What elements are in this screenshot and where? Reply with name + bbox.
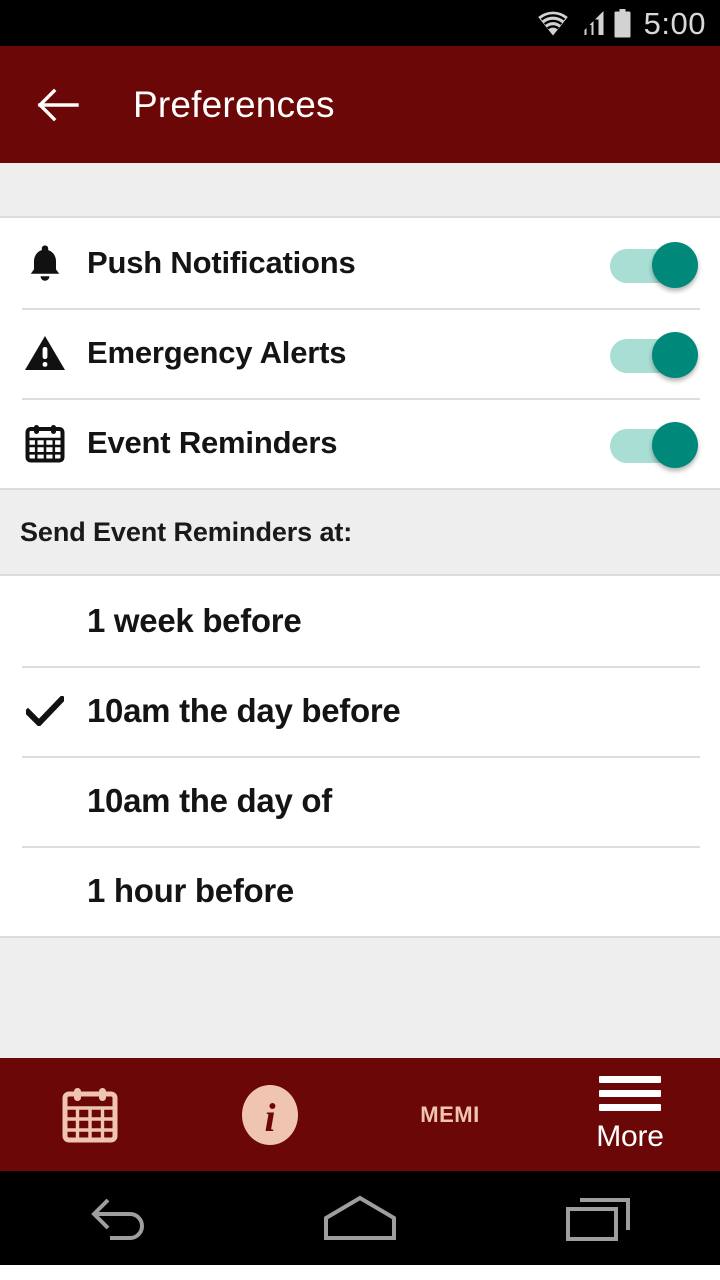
phone-screen: 5:00 Preferences Push Notifications Emer… [0,0,720,1280]
tab-more-label: More [596,1119,664,1153]
bottom-spacer [0,936,720,1058]
calendar-icon [22,423,68,463]
recents-nav-icon[interactable] [540,1171,660,1265]
reminder-section-header: Send Event Reminders at: [0,488,720,576]
hamburger-menu-icon [599,1075,661,1111]
back-arrow-icon[interactable] [36,82,82,128]
reminder-option-label: 10am the day before [87,692,401,729]
page-title: Preferences [133,83,335,125]
reminder-option-10am-day-before[interactable]: 10am the day before [0,666,720,756]
warning-triangle-icon [22,334,68,372]
calendar-icon [62,1086,118,1144]
tab-more[interactable]: More [540,1058,720,1171]
reminder-option-label: 1 week before [87,602,302,639]
back-nav-icon[interactable] [60,1171,180,1265]
reminder-option-10am-day-of[interactable]: 10am the day of [0,756,720,846]
setting-label: Event Reminders [87,425,338,460]
tab-calendar[interactable] [0,1058,180,1171]
reminder-option-1-hour-before[interactable]: 1 hour before [0,846,720,936]
app-bar: Preferences [0,46,720,163]
top-spacer [0,163,720,218]
status-bar: 5:00 [0,0,720,46]
toggle-emergency-alerts[interactable] [610,330,698,378]
info-icon: i [239,1084,301,1146]
toggle-thumb [652,332,698,378]
reminder-option-label: 1 hour before [87,872,294,909]
notification-toggle-list: Push Notifications Emergency Alerts Even… [0,218,720,488]
reminder-option-1-week-before[interactable]: 1 week before [0,576,720,666]
wifi-icon [537,10,569,36]
checkmark-icon [22,696,68,726]
setting-row-emergency-alerts[interactable]: Emergency Alerts [0,308,720,398]
toggle-push-notifications[interactable] [610,240,698,288]
toggle-thumb [652,242,698,288]
home-nav-icon[interactable] [300,1171,420,1265]
setting-row-event-reminders[interactable]: Event Reminders [0,398,720,488]
tab-info[interactable]: i [180,1058,360,1171]
reminder-option-list: 1 week before 10am the day before 10am t… [0,576,720,936]
tab-memi[interactable]: MEMI [360,1058,540,1171]
svg-text:i: i [264,1095,275,1140]
reminder-option-label: 10am the day of [87,782,332,819]
bell-icon [22,243,68,283]
toggle-thumb [652,422,698,468]
memi-logo: MEMI [420,1101,480,1127]
toggle-event-reminders[interactable] [610,420,698,468]
battery-icon [614,8,631,38]
section-header-label: Send Event Reminders at: [20,516,353,547]
android-navigation-bar [0,1171,720,1265]
bottom-tab-bar: i MEMI More [0,1058,720,1171]
setting-label: Push Notifications [87,245,356,280]
status-bar-clock: 5:00 [643,5,706,41]
cellular-signal-icon [578,10,605,36]
setting-row-push-notifications[interactable]: Push Notifications [0,218,720,308]
setting-label: Emergency Alerts [87,335,347,370]
